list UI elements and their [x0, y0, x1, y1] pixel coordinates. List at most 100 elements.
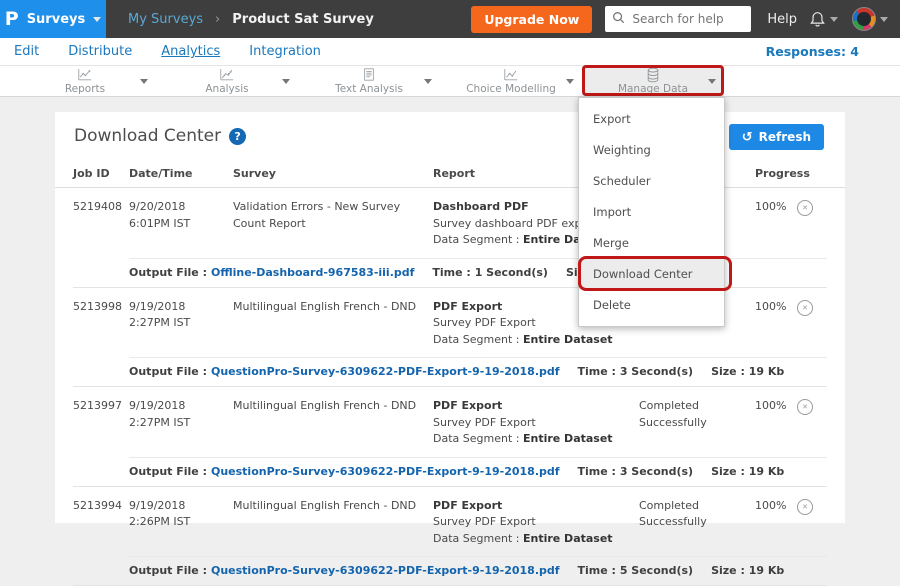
nav-item-analytics[interactable]: Analytics [161, 44, 220, 59]
toolbar-item-label: Choice Modelling [466, 83, 556, 95]
line-chart-icon [77, 67, 93, 82]
job-time: Time : 5 Second(s) [578, 564, 694, 577]
menu-item-label: Download Center [593, 267, 693, 281]
menu-item-delete[interactable]: Delete [579, 289, 724, 320]
toolbar-item-choice-modelling[interactable]: Choice Modelling [440, 66, 582, 96]
menu-item-merge[interactable]: Merge [579, 227, 724, 258]
avatar [852, 7, 876, 31]
toolbar-item-manage-data[interactable]: Manage Data [582, 66, 724, 96]
help-search [605, 6, 751, 32]
job-id-cell: 5213994 [73, 498, 129, 515]
status-cell: Completed Successfully [639, 398, 751, 431]
toolbar-item-label: Manage Data [618, 83, 688, 95]
nav-item-integration[interactable]: Integration [249, 44, 321, 59]
status-cell: Completed Successfully [639, 498, 751, 531]
report-title: PDF Export [433, 498, 629, 515]
scatter-chart-icon [219, 67, 235, 82]
date-time-cell: 9/19/2018 2:27PM IST [129, 299, 233, 332]
upgrade-now-button[interactable]: Upgrade Now [471, 6, 592, 33]
analytics-toolbar: Reports Analysis Text Analysis Choice Mo… [0, 66, 900, 97]
nav-item-distribute[interactable]: Distribute [68, 44, 132, 59]
refresh-button[interactable]: ↺ Refresh [729, 124, 824, 150]
download-job-group: 5213997 9/19/2018 2:27PM IST Multilingua… [73, 387, 827, 487]
output-file-row: Output File : QuestionPro-Survey-6309622… [129, 556, 827, 585]
breadcrumb-separator-icon: › [215, 12, 220, 27]
report-cell: PDF Export Survey PDF Export Data Segmen… [433, 398, 639, 448]
chevron-down-icon [424, 79, 432, 84]
help-link[interactable]: Help [767, 12, 797, 27]
notifications-button[interactable] [809, 11, 838, 28]
output-file-label: Output File : [129, 365, 207, 378]
breadcrumb-my-surveys[interactable]: My Surveys [128, 12, 203, 27]
output-file-label: Output File : [129, 564, 207, 577]
menu-item-import[interactable]: Import [579, 196, 724, 227]
output-file-link[interactable]: QuestionPro-Survey-6309622-PDF-Export-9-… [211, 564, 560, 577]
chevron-down-icon [880, 17, 888, 22]
action-cell: ✕ [797, 498, 821, 515]
app-menu-surveys[interactable]: P Surveys [0, 0, 106, 38]
column-header-survey: Survey [233, 167, 433, 180]
toolbar-item-label: Analysis [205, 83, 248, 95]
cancel-job-icon[interactable]: ✕ [797, 300, 813, 316]
menu-item-label: Merge [593, 236, 629, 250]
date-time-cell: 9/19/2018 2:26PM IST [129, 498, 233, 531]
data-segment: Data Segment : Entire Dataset [433, 332, 629, 349]
cancel-job-icon[interactable]: ✕ [797, 399, 813, 415]
questionpro-logo: P [5, 10, 19, 29]
output-file-label: Output File : [129, 465, 207, 478]
action-cell: ✕ [797, 199, 821, 216]
action-cell: ✕ [797, 299, 821, 316]
breadcrumb-current-survey: Product Sat Survey [232, 12, 374, 27]
menu-item-weighting[interactable]: Weighting [579, 134, 724, 165]
download-center-panel: Download Center ? ↺ Refresh Job IDDate/T… [55, 112, 845, 523]
page-title: Download Center [74, 126, 221, 146]
action-cell: ✕ [797, 398, 821, 415]
output-file-link[interactable]: Offline-Dashboard-967583-iii.pdf [211, 266, 414, 279]
column-header-progress: Progress [751, 167, 797, 180]
panel-header: Download Center ? ↺ Refresh [55, 112, 845, 160]
data-segment: Data Segment : Entire Dataset [433, 431, 629, 448]
progress-cell: 100% [751, 398, 797, 415]
report-title: PDF Export [433, 398, 629, 415]
progress-cell: 100% [751, 199, 797, 216]
menu-item-export[interactable]: Export [579, 103, 724, 134]
account-menu[interactable] [852, 7, 888, 31]
survey-cell: Multilingual English French - DND [233, 299, 433, 316]
progress-cell: 100% [751, 299, 797, 316]
cancel-job-icon[interactable]: ✕ [797, 499, 813, 515]
menu-item-scheduler[interactable]: Scheduler [579, 165, 724, 196]
data-segment: Data Segment : Entire Dataset [433, 531, 629, 548]
toolbar-item-text-analysis[interactable]: Text Analysis [298, 66, 440, 96]
survey-cell: Validation Errors - New Survey Count Rep… [233, 199, 433, 232]
chevron-down-icon [140, 79, 148, 84]
job-id-cell: 5219408 [73, 199, 129, 216]
manage-data-menu: Export Weighting Scheduler Import Merge … [578, 97, 725, 327]
search-input[interactable] [605, 6, 751, 32]
job-time: Time : 3 Second(s) [578, 365, 694, 378]
menu-item-label: Import [593, 205, 631, 219]
date-time-cell: 9/19/2018 2:27PM IST [129, 398, 233, 431]
menu-item-download-center[interactable]: Download Center [579, 258, 724, 289]
progress-cell: 100% [751, 498, 797, 515]
chevron-down-icon [282, 79, 290, 84]
column-header-job-id: Job ID [73, 167, 129, 180]
cancel-job-icon[interactable]: ✕ [797, 200, 813, 216]
help-circle-icon[interactable]: ? [229, 128, 246, 145]
table-row: 5213994 9/19/2018 2:26PM IST Multilingua… [73, 487, 827, 557]
top-bar: P Surveys My Surveys › Product Sat Surve… [0, 0, 900, 38]
chevron-down-icon [93, 17, 101, 22]
job-size: Size : 19 Kb [711, 465, 784, 478]
module-nav: Edit Distribute Analytics Integration Re… [0, 38, 900, 66]
database-icon [646, 67, 660, 82]
menu-item-label: Export [593, 112, 631, 126]
nav-item-edit[interactable]: Edit [14, 44, 39, 59]
job-size: Size : 19 Kb [711, 564, 784, 577]
output-file-link[interactable]: QuestionPro-Survey-6309622-PDF-Export-9-… [211, 465, 560, 478]
table-header-row: Job IDDate/TimeSurveyReportProgress [55, 160, 845, 188]
toolbar-item-label: Reports [65, 83, 105, 95]
toolbar-item-reports[interactable]: Reports [14, 66, 156, 96]
toolbar-item-analysis[interactable]: Analysis [156, 66, 298, 96]
choice-chart-icon [503, 67, 519, 82]
output-file-link[interactable]: QuestionPro-Survey-6309622-PDF-Export-9-… [211, 365, 560, 378]
table-body: 5219408 9/20/2018 6:01PM IST Validation … [55, 188, 845, 586]
